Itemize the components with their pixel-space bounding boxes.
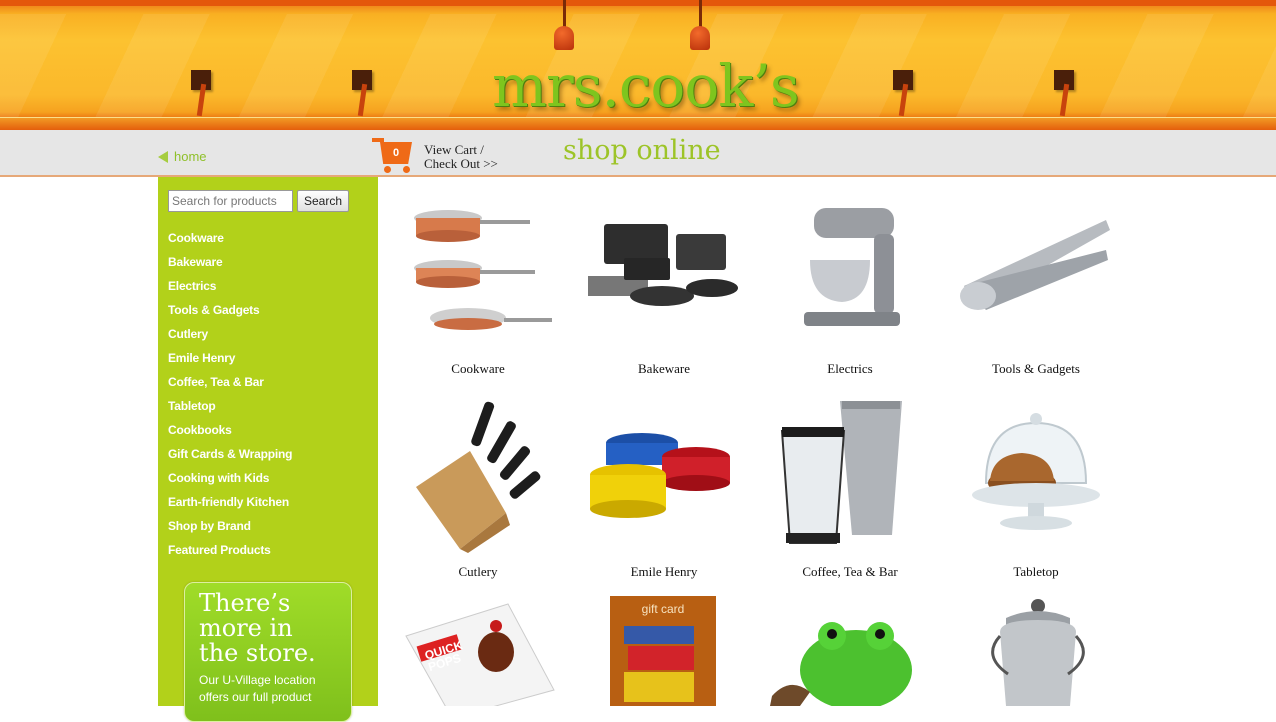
- search-form: Search: [168, 190, 350, 212]
- cookware-image[interactable]: [398, 190, 558, 350]
- category-link-cookware[interactable]: Cookware: [168, 231, 224, 245]
- electrics-image[interactable]: [770, 190, 930, 350]
- category-item: Featured Products: [168, 541, 292, 565]
- category-item: Coffee, Tea & Bar: [168, 373, 292, 397]
- nav-strip: home 0 View Cart / Check Out >> shop onl…: [0, 130, 1276, 177]
- product-label[interactable]: Cutlery: [388, 564, 568, 580]
- category-link-cutlery[interactable]: Cutlery: [168, 327, 208, 341]
- home-link-label: home: [174, 149, 207, 164]
- category-link-tools-gadgets[interactable]: Tools & Gadgets: [168, 303, 260, 317]
- category-link-cookbooks[interactable]: Cookbooks: [168, 423, 232, 437]
- cutlery-image[interactable]: [398, 393, 558, 553]
- shopping-cart-icon[interactable]: 0: [372, 138, 416, 174]
- category-item: Cutlery: [168, 325, 292, 349]
- product-label[interactable]: Tools & Gadgets: [946, 361, 1126, 377]
- section-title: shop online: [563, 135, 721, 166]
- product-tile-cookware[interactable]: Cookware: [398, 190, 558, 376]
- gift-card-image[interactable]: gift card: [584, 596, 744, 706]
- product-label[interactable]: Electrics: [760, 361, 940, 377]
- header-banner: mrs.cook’s: [0, 0, 1276, 130]
- product-label[interactable]: Tabletop: [946, 564, 1126, 580]
- product-tile-tabletop[interactable]: Tabletop: [956, 393, 1116, 579]
- compost-pail-image[interactable]: [956, 596, 1116, 706]
- category-item: Earth-friendly Kitchen: [168, 493, 292, 517]
- cart-text-line-1: View Cart /: [424, 142, 484, 157]
- product-tile-tools-gadgets[interactable]: Tools & Gadgets: [956, 190, 1116, 376]
- wall-bracket-icon: [893, 70, 913, 117]
- category-item: Cooking with Kids: [168, 469, 292, 493]
- frog-gadget-image[interactable]: [770, 596, 930, 706]
- category-link-electrics[interactable]: Electrics: [168, 279, 216, 293]
- search-input[interactable]: [168, 190, 293, 212]
- product-tile-cookbooks[interactable]: QUICK POPS: [398, 596, 558, 706]
- product-tile-bakeware[interactable]: Bakeware: [584, 190, 744, 376]
- category-item: Emile Henry: [168, 349, 292, 373]
- category-item: Gift Cards & Wrapping: [168, 445, 292, 469]
- lamp-icon: [553, 0, 575, 52]
- promo-headline-line: the store.: [199, 639, 316, 667]
- category-item: Cookbooks: [168, 421, 292, 445]
- category-list: Cookware Bakeware Electrics Tools & Gadg…: [168, 229, 292, 565]
- category-item: Tabletop: [168, 397, 292, 421]
- promo-headline-line: more in: [199, 614, 293, 642]
- category-link-shop-by-brand[interactable]: Shop by Brand: [168, 519, 251, 533]
- search-button[interactable]: Search: [297, 190, 350, 212]
- promo-body: Our U-Village location offers our full p…: [199, 672, 337, 706]
- cart-link[interactable]: 0 View Cart / Check Out >>: [372, 138, 498, 174]
- category-item: Bakeware: [168, 253, 292, 277]
- category-item: Electrics: [168, 277, 292, 301]
- store-promo-card[interactable]: There’s more in the store. Our U-Village…: [184, 582, 352, 722]
- product-tile-emile-henry[interactable]: Emile Henry: [584, 393, 744, 579]
- banner-top-line: [0, 0, 1276, 6]
- back-arrow-icon: [158, 150, 168, 163]
- product-tile-coffee-tea-bar[interactable]: Coffee, Tea & Bar: [770, 393, 930, 579]
- product-tile-cutlery[interactable]: Cutlery: [398, 393, 558, 579]
- wall-bracket-icon: [352, 70, 372, 117]
- product-label[interactable]: Cookware: [388, 361, 568, 377]
- category-link-gift-cards[interactable]: Gift Cards & Wrapping: [168, 447, 292, 461]
- product-tile-cooking-with-kids[interactable]: [770, 596, 930, 706]
- site-logo[interactable]: mrs.cook’s: [492, 52, 800, 120]
- category-link-coffee-tea-bar[interactable]: Coffee, Tea & Bar: [168, 375, 264, 389]
- wall-bracket-icon: [1054, 70, 1074, 117]
- product-tile-gift-cards[interactable]: gift card: [584, 596, 744, 706]
- category-link-emile-henry[interactable]: Emile Henry: [168, 351, 235, 365]
- promo-body-line: Our U-Village location: [199, 673, 316, 687]
- category-item: Cookware: [168, 229, 292, 253]
- gift-card-caption: gift card: [641, 602, 685, 616]
- category-link-bakeware[interactable]: Bakeware: [168, 255, 223, 269]
- category-link-cooking-with-kids[interactable]: Cooking with Kids: [168, 471, 269, 485]
- cart-text-line-2: Check Out >>: [424, 156, 498, 171]
- home-link[interactable]: home: [158, 149, 207, 164]
- cookbooks-image[interactable]: QUICK POPS: [398, 596, 558, 706]
- emile-henry-image[interactable]: [584, 393, 744, 553]
- product-label[interactable]: Emile Henry: [574, 564, 754, 580]
- cart-count-badge: 0: [392, 147, 400, 159]
- promo-body-line: offers our full product: [199, 690, 312, 704]
- product-label[interactable]: Bakeware: [574, 361, 754, 377]
- category-link-earth-friendly[interactable]: Earth-friendly Kitchen: [168, 495, 289, 509]
- bakeware-image[interactable]: [584, 190, 744, 350]
- promo-headline-line: There’s: [199, 589, 291, 617]
- sidebar: Search Cookware Bakeware Electrics Tools…: [158, 177, 378, 722]
- coffee-tea-bar-image[interactable]: [770, 393, 930, 553]
- wall-bracket-icon: [191, 70, 211, 117]
- category-item: Tools & Gadgets: [168, 301, 292, 325]
- category-link-featured[interactable]: Featured Products: [168, 543, 271, 557]
- category-item: Shop by Brand: [168, 517, 292, 541]
- category-link-tabletop[interactable]: Tabletop: [168, 399, 216, 413]
- tabletop-image[interactable]: [956, 393, 1116, 553]
- promo-headline: There’s more in the store.: [199, 591, 337, 666]
- product-tile-electrics[interactable]: Electrics: [770, 190, 930, 376]
- tools-gadgets-image[interactable]: [956, 190, 1116, 350]
- product-tile-earth-friendly[interactable]: [956, 596, 1116, 706]
- product-label[interactable]: Coffee, Tea & Bar: [760, 564, 940, 580]
- cart-text[interactable]: View Cart / Check Out >>: [424, 143, 498, 171]
- lamp-icon: [689, 0, 711, 52]
